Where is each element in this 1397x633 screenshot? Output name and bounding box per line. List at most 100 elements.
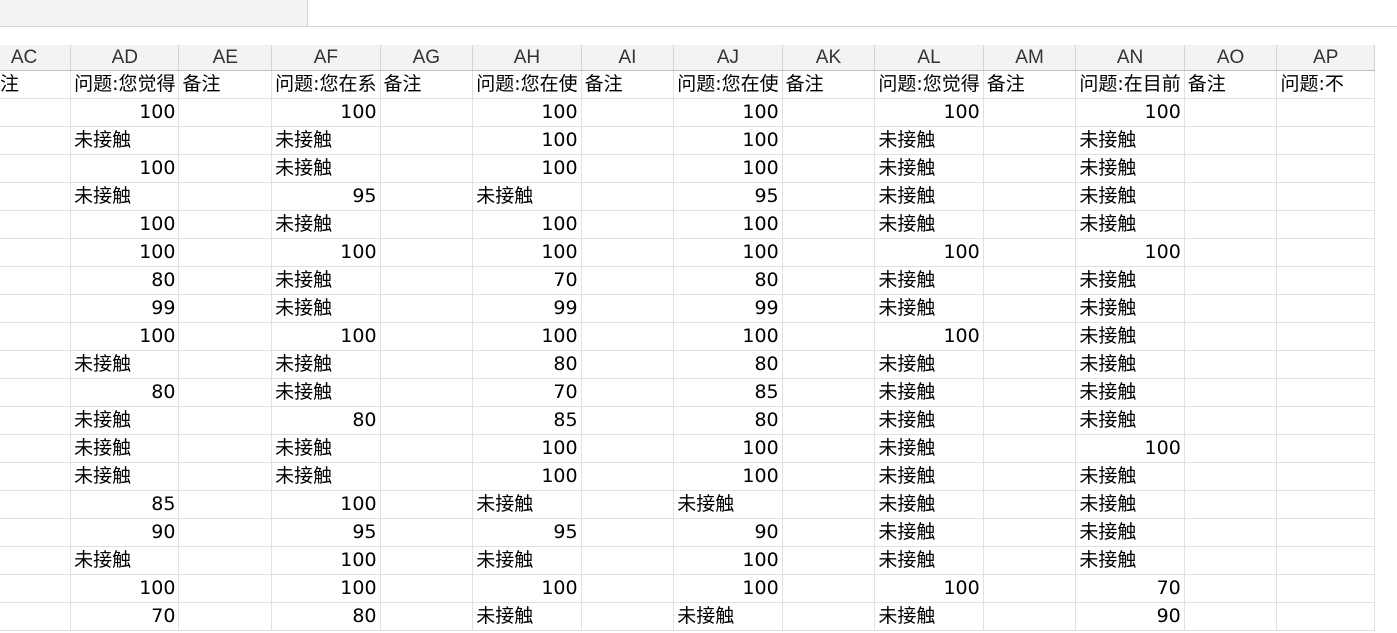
cell[interactable] xyxy=(380,294,474,323)
cell[interactable]: 未接触 xyxy=(1075,490,1185,519)
cell[interactable] xyxy=(178,602,273,631)
cell[interactable]: 99 xyxy=(472,294,582,323)
cell[interactable]: 未接触 xyxy=(1075,406,1185,435)
cell[interactable]: 100 xyxy=(472,574,582,603)
cell[interactable]: 100 xyxy=(70,210,180,239)
cell[interactable] xyxy=(1276,294,1375,323)
cell[interactable]: 未接触 xyxy=(673,490,783,519)
cell[interactable] xyxy=(0,154,72,183)
cell[interactable] xyxy=(380,182,474,211)
cell[interactable] xyxy=(983,378,1077,407)
cell[interactable]: 未接触 xyxy=(874,378,984,407)
cell[interactable] xyxy=(1184,546,1278,575)
cell[interactable] xyxy=(581,434,675,463)
cell[interactable] xyxy=(178,378,273,407)
cell[interactable] xyxy=(581,462,675,491)
cell[interactable] xyxy=(1276,350,1375,379)
cell[interactable]: 85 xyxy=(673,378,783,407)
cell[interactable] xyxy=(1184,154,1278,183)
cell[interactable]: 100 xyxy=(472,126,582,155)
header-cell[interactable]: 问题:您在系 xyxy=(271,70,381,99)
cell[interactable] xyxy=(0,350,72,379)
cell[interactable] xyxy=(581,602,675,631)
cell[interactable]: 90 xyxy=(1075,602,1185,631)
cell[interactable]: 100 xyxy=(271,98,381,127)
cell[interactable] xyxy=(983,490,1077,519)
cell[interactable] xyxy=(380,602,474,631)
cell[interactable]: 100 xyxy=(1075,238,1185,267)
cell[interactable] xyxy=(0,546,72,575)
cell[interactable] xyxy=(1184,378,1278,407)
cell[interactable] xyxy=(178,294,273,323)
cell[interactable] xyxy=(983,462,1077,491)
cell[interactable] xyxy=(380,238,474,267)
cell[interactable] xyxy=(178,546,273,575)
cell[interactable] xyxy=(782,602,876,631)
cell[interactable] xyxy=(380,126,474,155)
cell[interactable]: 100 xyxy=(472,434,582,463)
cell[interactable] xyxy=(178,266,273,295)
cell[interactable]: 未接触 xyxy=(874,350,984,379)
column-header-ai[interactable]: AI xyxy=(581,45,675,71)
cell[interactable]: 未接触 xyxy=(70,182,180,211)
cell[interactable]: 未接触 xyxy=(1075,154,1185,183)
cell[interactable]: 80 xyxy=(271,602,381,631)
cell[interactable] xyxy=(0,98,72,127)
cell[interactable]: 70 xyxy=(472,378,582,407)
column-header-ad[interactable]: AD xyxy=(70,45,180,71)
cell[interactable]: 100 xyxy=(673,98,783,127)
column-header-af[interactable]: AF xyxy=(271,45,381,71)
cell[interactable]: 80 xyxy=(70,266,180,295)
column-header-ah[interactable]: AH xyxy=(472,45,582,71)
cell[interactable] xyxy=(1276,182,1375,211)
cell[interactable]: 未接触 xyxy=(472,490,582,519)
cell[interactable] xyxy=(178,350,273,379)
cell[interactable] xyxy=(983,126,1077,155)
cell[interactable] xyxy=(380,574,474,603)
cell[interactable]: 100 xyxy=(70,238,180,267)
cell[interactable]: 95 xyxy=(271,182,381,211)
cell[interactable] xyxy=(983,210,1077,239)
cell[interactable]: 100 xyxy=(874,98,984,127)
cell[interactable] xyxy=(178,490,273,519)
cell[interactable] xyxy=(380,210,474,239)
header-cell[interactable]: 备注 xyxy=(0,70,72,99)
header-cell[interactable]: 问题:您在使 xyxy=(673,70,783,99)
cell[interactable] xyxy=(782,294,876,323)
column-header-ao[interactable]: AO xyxy=(1184,45,1278,71)
cell[interactable]: 未接触 xyxy=(1075,518,1185,547)
column-header-am[interactable]: AM xyxy=(983,45,1077,71)
cell[interactable] xyxy=(1276,98,1375,127)
cell[interactable] xyxy=(782,574,876,603)
cell[interactable] xyxy=(0,574,72,603)
cell[interactable]: 100 xyxy=(271,238,381,267)
cell[interactable] xyxy=(581,378,675,407)
cell[interactable] xyxy=(983,518,1077,547)
cell[interactable] xyxy=(983,602,1077,631)
cell[interactable] xyxy=(0,294,72,323)
cell[interactable]: 未接触 xyxy=(1075,182,1185,211)
cell[interactable] xyxy=(380,518,474,547)
cell[interactable] xyxy=(581,546,675,575)
cell[interactable]: 未接触 xyxy=(1075,266,1185,295)
cell[interactable]: 80 xyxy=(70,378,180,407)
cell[interactable] xyxy=(1276,378,1375,407)
cell[interactable] xyxy=(1184,266,1278,295)
cell[interactable] xyxy=(581,238,675,267)
column-header-an[interactable]: AN xyxy=(1075,45,1185,71)
cell[interactable]: 未接触 xyxy=(874,182,984,211)
cell[interactable] xyxy=(380,462,474,491)
cell[interactable]: 未接触 xyxy=(271,378,381,407)
cell[interactable]: 85 xyxy=(70,490,180,519)
cell[interactable]: 未接触 xyxy=(1075,462,1185,491)
cell[interactable] xyxy=(0,490,72,519)
cell[interactable] xyxy=(0,266,72,295)
cell[interactable]: 85 xyxy=(472,406,582,435)
cell[interactable]: 未接触 xyxy=(874,462,984,491)
name-box[interactable] xyxy=(0,0,308,27)
cell[interactable]: 100 xyxy=(673,462,783,491)
cell[interactable]: 未接触 xyxy=(70,546,180,575)
cell[interactable]: 100 xyxy=(70,322,180,351)
cell[interactable]: 未接触 xyxy=(874,210,984,239)
cell[interactable]: 未接触 xyxy=(70,126,180,155)
